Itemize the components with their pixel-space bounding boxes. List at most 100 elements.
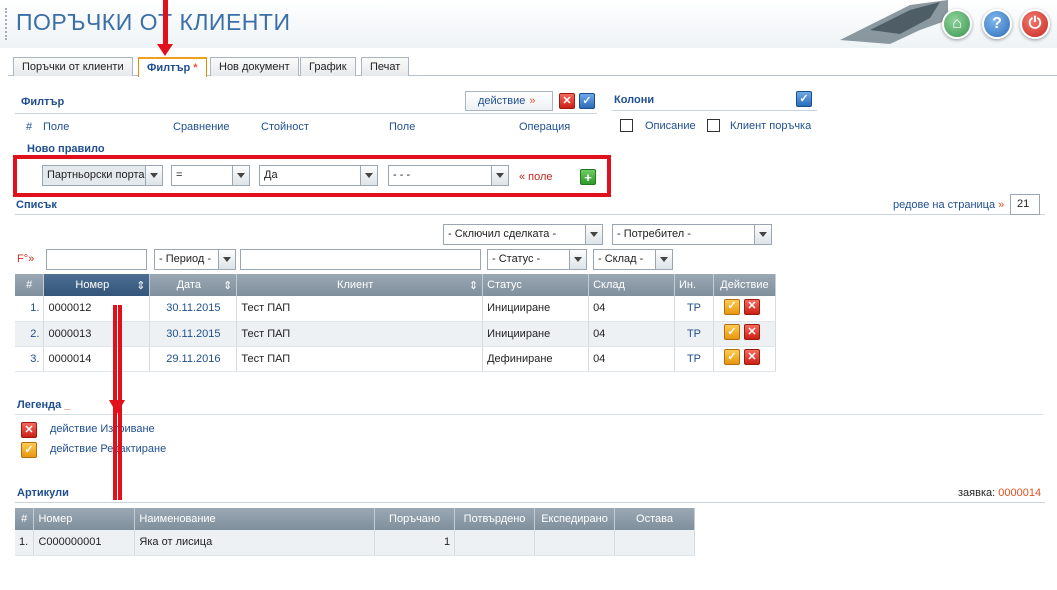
close-filter-icon[interactable]: ✕ (559, 93, 575, 109)
action-button[interactable]: действие» (465, 91, 553, 111)
rule-value-text: Да (264, 169, 278, 181)
divider (15, 113, 597, 114)
tab-new-document[interactable]: Нов документ (210, 57, 299, 76)
warehouse-value: - Склад - (598, 253, 644, 265)
chevron-down-icon (360, 166, 377, 185)
rows-per-page-text: редове на страница (893, 199, 996, 211)
tab-label: Поръчки от клиенти (22, 61, 124, 73)
list-title: Списък (16, 199, 57, 211)
th-warehouse: Склад (588, 274, 675, 296)
add-field-link[interactable]: « поле (519, 171, 553, 183)
rule-field-select[interactable]: Партньорски порта (42, 165, 163, 186)
tab-label: График (309, 61, 347, 73)
tab-orders[interactable]: Поръчки от клиенти (13, 57, 133, 76)
rule-field-value: Партньорски порта (47, 169, 145, 181)
delete-icon[interactable]: ✕ (743, 298, 760, 315)
row-initials[interactable]: ТР (674, 296, 714, 322)
edit-icon[interactable]: ✓ (723, 349, 740, 365)
delete-icon: ✕ (21, 422, 37, 438)
power-icon[interactable]: ⏻ (1020, 9, 1050, 39)
delete-icon[interactable]: ✕ (743, 324, 760, 340)
row-initials[interactable]: ТР (674, 321, 714, 347)
warehouse-select[interactable]: - Склад - (593, 249, 673, 270)
legend-collapse-mark[interactable]: _ (64, 399, 70, 411)
row-date[interactable]: 29.11.2016 (149, 346, 238, 372)
tab-schedule[interactable]: График (300, 57, 356, 76)
row-number: 0000013 (43, 321, 151, 347)
table-row[interactable]: 3. 0000014 29.11.2016 Тест ПАП Дефиниран… (15, 346, 777, 372)
row-date[interactable]: 30.11.2015 (149, 296, 238, 322)
orders-table: # Номер ⇕ Дата ⇕ Клиент ⇕ Статус Склад И… (15, 274, 777, 372)
sort-icon: ⇕ (136, 279, 146, 292)
rows-per-page-input[interactable]: 21 (1010, 194, 1040, 215)
row-index: 1. (15, 530, 35, 556)
row-date[interactable]: 30.11.2015 (149, 321, 238, 347)
rule-comparison-select[interactable]: = (171, 165, 250, 186)
col-header-operation: Операция (519, 121, 571, 133)
th-number[interactable]: Номер ⇕ (43, 274, 151, 296)
closed-by-select[interactable]: - Сключил сделката - (443, 224, 603, 245)
edit-icon[interactable]: ✓ (723, 324, 740, 340)
new-rule-label: Ново правило (27, 143, 105, 155)
row-confirmed (454, 530, 536, 556)
row-name: Яка от лисица (134, 530, 376, 556)
table-row[interactable]: 1. 0000012 30.11.2015 Тест ПАП Иницииран… (15, 296, 777, 322)
divider (15, 414, 1043, 415)
articles-title: Артикули (17, 487, 69, 499)
tab-print[interactable]: Печат (361, 57, 410, 76)
app-header: ПОРЪЧКИ ОТ КЛИЕНТИ ⌂ ? ⏻ (0, 0, 1057, 48)
delete-icon[interactable]: ✕ (743, 349, 760, 365)
annotation-arrowhead-icon (109, 400, 125, 414)
th-hash: # (15, 508, 35, 530)
request-number[interactable]: 0000014 (998, 487, 1041, 499)
th-client[interactable]: Клиент ⇕ (236, 274, 484, 296)
col-header-hash: # (26, 121, 33, 133)
row-warehouse: 04 (588, 296, 675, 322)
filter-toggle-link[interactable]: F°» (17, 253, 34, 265)
rule-value-select[interactable]: Да (259, 165, 378, 186)
legend-title-text: Легенда (17, 399, 62, 411)
tab-filter[interactable]: Филтър * (138, 57, 207, 77)
apply-filter-icon[interactable]: ✓ (579, 93, 595, 109)
add-rule-icon[interactable]: + (580, 169, 596, 185)
divider (15, 502, 1045, 503)
help-icon[interactable]: ? (982, 9, 1012, 39)
user-select[interactable]: - Потребител - (612, 224, 772, 245)
th-date[interactable]: Дата ⇕ (149, 274, 238, 296)
rule-next-field-value: - - - (393, 169, 411, 181)
row-status: Иницииране (482, 321, 590, 347)
rule-next-field-select[interactable]: - - - (388, 165, 509, 186)
table-row[interactable]: 1. C000000001 Яка от лисица 1 (15, 530, 695, 556)
rule-comparison-value: = (176, 169, 183, 181)
articles-table: # Номер Наименование Поръчано Потвърдено… (15, 508, 695, 556)
row-remaining (614, 530, 695, 556)
th-date-label: Дата (176, 278, 201, 291)
request-label-text: заявка: (958, 487, 996, 499)
row-number: 0000014 (43, 346, 151, 372)
table-row[interactable]: 2. 0000013 30.11.2015 Тест ПАП Иницииран… (15, 321, 777, 347)
divider (612, 110, 817, 111)
tab-label: Печат (370, 61, 401, 73)
row-index: 3. (15, 346, 45, 372)
description-label: Описание (645, 120, 696, 132)
table-header-row: # Номер Наименование Поръчано Потвърдено… (15, 508, 695, 530)
status-select[interactable]: - Статус - (487, 249, 587, 270)
th-status: Статус (482, 274, 590, 296)
client-filter-input[interactable] (240, 249, 481, 270)
col-header-field: Поле (43, 121, 70, 133)
chevron-down-icon (585, 225, 602, 244)
th-shipped: Експедирано (534, 508, 616, 530)
columns-checkbox-icon[interactable]: ✓ (796, 91, 812, 107)
number-filter-input[interactable] (46, 249, 147, 270)
divider (15, 214, 1045, 215)
home-icon[interactable]: ⌂ (942, 9, 972, 39)
row-index: 1. (15, 296, 45, 322)
rows-per-page-arrow: » (998, 199, 1005, 211)
description-checkbox[interactable] (620, 119, 633, 132)
client-order-checkbox[interactable] (707, 119, 720, 132)
annotation-arrow-top (163, 0, 168, 48)
row-initials[interactable]: ТР (674, 346, 714, 372)
edit-icon[interactable]: ✓ (723, 298, 740, 315)
period-select[interactable]: - Период - (154, 249, 236, 270)
chevron-down-icon (491, 166, 508, 185)
